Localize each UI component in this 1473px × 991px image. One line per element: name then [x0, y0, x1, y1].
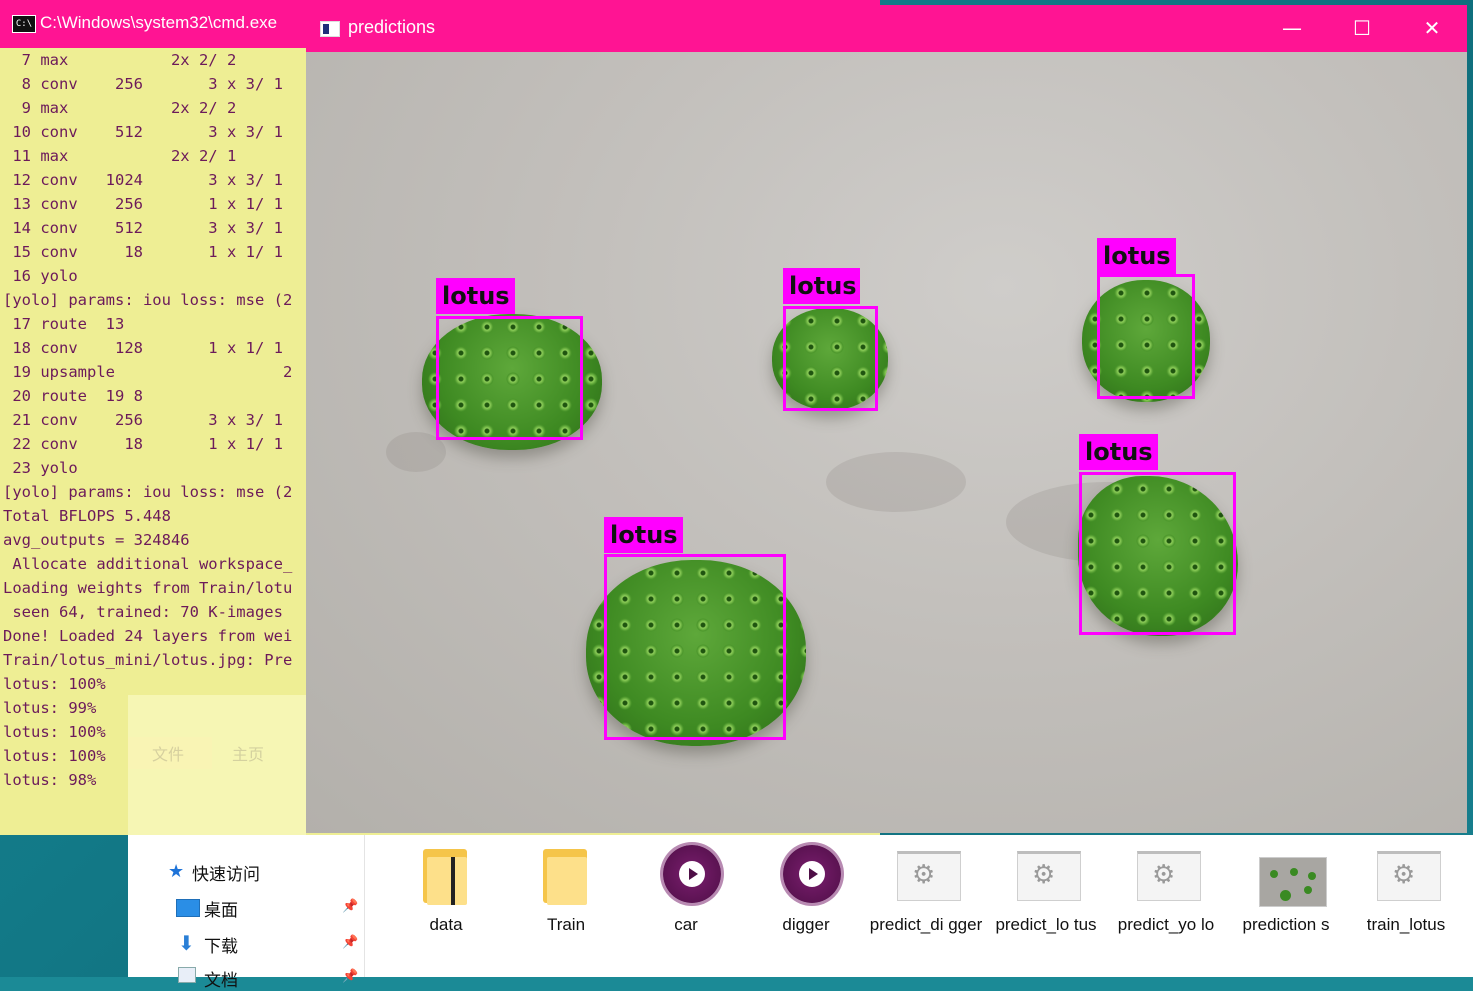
- cmd-output-line: lotus: 99%: [3, 699, 97, 717]
- detection-box: [783, 306, 878, 411]
- detection-box: [1079, 472, 1236, 635]
- file-name: prediction s: [1242, 915, 1330, 934]
- cmd-output-line: 18 conv 128 1 x 1/ 1: [3, 339, 283, 357]
- cmd-output-line: 20 route 19 8: [3, 387, 143, 405]
- cmd-output-line: lotus: 100%: [3, 675, 106, 693]
- gear-file-icon: ⚙: [1011, 843, 1081, 907]
- file-item-car[interactable]: car: [628, 843, 744, 937]
- cmd-output-line: lotus: 100%: [3, 723, 106, 741]
- cmd-output-line: Total BFLOPS 5.448: [3, 507, 171, 525]
- image-thumbnail-icon: [1251, 843, 1327, 907]
- pin-icon[interactable]: 📌: [342, 935, 358, 950]
- media-file-icon: [651, 843, 721, 907]
- file-item-predict-digger[interactable]: ⚙ predict_di gger: [868, 843, 984, 937]
- cmd-output-line: 14 conv 512 3 x 3/ 1: [3, 219, 283, 237]
- navigation-pane: ★ 快速访问 桌面 📌 ⬇ 下载 📌 文档 📌: [128, 835, 365, 991]
- cmd-app-icon: C:\: [12, 15, 36, 33]
- cmd-output-line: 8 conv 256 3 x 3/ 1: [3, 75, 283, 93]
- nav-documents[interactable]: 文档: [204, 966, 238, 991]
- file-name: predict_yo lo: [1117, 915, 1215, 934]
- detection-label: lotus: [604, 517, 683, 553]
- file-name: data: [429, 915, 463, 934]
- gear-file-icon: ⚙: [891, 843, 961, 907]
- image-window-icon: [320, 21, 340, 37]
- cmd-output-line: seen 64, trained: 70 K-images: [3, 603, 283, 621]
- cmd-window-title: C:\Windows\system32\cmd.exe: [40, 13, 278, 32]
- detection-label: lotus: [1079, 434, 1158, 470]
- cmd-output-line: Train/lotus_mini/lotus.jpg: Pre: [3, 651, 293, 669]
- file-item-predictions[interactable]: prediction s: [1228, 843, 1344, 937]
- folder-icon: [531, 843, 601, 907]
- predictions-window-title: predictions: [348, 17, 436, 37]
- gear-file-icon: ⚙: [1371, 843, 1441, 907]
- cmd-output-line: 12 conv 1024 3 x 3/ 1: [3, 171, 283, 189]
- file-item-predict-yolo[interactable]: ⚙ predict_yo lo: [1108, 843, 1224, 937]
- cmd-output-line: Done! Loaded 24 layers from wei: [3, 627, 293, 645]
- detection-label: lotus: [436, 278, 515, 314]
- predictions-window[interactable]: predictions — ☐ ✕ lotus lotus lotus lotu…: [306, 5, 1467, 833]
- prediction-image: lotus lotus lotus lotus lotus: [306, 52, 1467, 833]
- cmd-output-line: 7 max 2x 2/ 2: [3, 51, 237, 69]
- cmd-output-line: 22 conv 18 1 x 1/ 1: [3, 435, 283, 453]
- cmd-output-line: avg_outputs = 324846: [3, 531, 190, 549]
- cmd-output-line: 15 conv 18 1 x 1/ 1: [3, 243, 283, 261]
- file-item-digger[interactable]: digger: [748, 843, 864, 937]
- media-file-icon: [771, 843, 841, 907]
- cmd-output-line: 17 route 13: [3, 315, 125, 333]
- detection-label: lotus: [1097, 238, 1176, 274]
- star-icon: ★: [168, 861, 185, 882]
- maximize-button[interactable]: ☐: [1328, 5, 1396, 52]
- cmd-output-line: [yolo] params: iou loss: mse (2: [3, 291, 293, 309]
- predictions-titlebar[interactable]: predictions — ☐ ✕: [306, 5, 1467, 52]
- detection-box: [436, 316, 583, 440]
- gear-file-icon: ⚙: [1131, 843, 1201, 907]
- cmd-output-line: 13 conv 256 1 x 1/ 1: [3, 195, 283, 213]
- file-name: predict_di gger: [869, 915, 983, 934]
- file-item-train-lotus[interactable]: ⚙ train_lotus: [1348, 843, 1464, 937]
- cmd-output-line: 10 conv 512 3 x 3/ 1: [3, 123, 283, 141]
- cmd-output-line: 9 max 2x 2/ 2: [3, 99, 237, 117]
- nav-downloads[interactable]: 下载: [204, 932, 238, 957]
- ground-stain: [826, 452, 966, 512]
- cmd-output-line: 16 yolo: [3, 267, 78, 285]
- close-button[interactable]: ✕: [1398, 5, 1466, 52]
- minimize-button[interactable]: —: [1258, 5, 1326, 52]
- detection-box: [604, 554, 786, 740]
- file-explorer[interactable]: ★ 快速访问 桌面 📌 ⬇ 下载 📌 文档 📌 data Train car d…: [128, 835, 1473, 991]
- file-item-predict-lotus[interactable]: ⚙ predict_lo tus: [988, 843, 1104, 937]
- file-name: Train: [546, 915, 586, 934]
- file-name: car: [674, 915, 698, 934]
- document-icon: [178, 967, 196, 983]
- cmd-output-line: 23 yolo: [3, 459, 78, 477]
- file-item-train[interactable]: Train: [508, 843, 624, 937]
- cmd-output-line: Loading weights from Train/lotu: [3, 579, 293, 597]
- cmd-output-line: 11 max 2x 2/ 1: [3, 147, 237, 165]
- cmd-output-line: Allocate additional workspace_: [3, 555, 293, 573]
- cmd-output-line: 19 upsample 2: [3, 363, 293, 381]
- download-icon: ⬇: [178, 931, 195, 955]
- cmd-output: 7 max 2x 2/ 2 8 conv 256 3 x 3/ 1 9 max …: [0, 48, 306, 835]
- detection-box: [1097, 274, 1195, 399]
- pin-icon[interactable]: 📌: [342, 899, 358, 914]
- detection-label: lotus: [783, 268, 860, 304]
- cmd-output-line: lotus: 100%: [3, 747, 106, 765]
- nav-desktop[interactable]: 桌面: [204, 896, 238, 921]
- file-name: predict_lo tus: [995, 915, 1097, 934]
- file-item-data[interactable]: data: [388, 843, 504, 937]
- file-name: digger: [782, 915, 830, 934]
- nav-quick-access[interactable]: 快速访问: [192, 860, 260, 885]
- file-name: train_lotus: [1366, 915, 1446, 934]
- desktop-icon: [176, 899, 200, 917]
- folder-icon: [411, 843, 481, 907]
- cmd-output-line: 21 conv 256 3 x 3/ 1: [3, 411, 283, 429]
- cmd-output-line: [yolo] params: iou loss: mse (2: [3, 483, 293, 501]
- cmd-output-line: lotus: 98%: [3, 771, 97, 789]
